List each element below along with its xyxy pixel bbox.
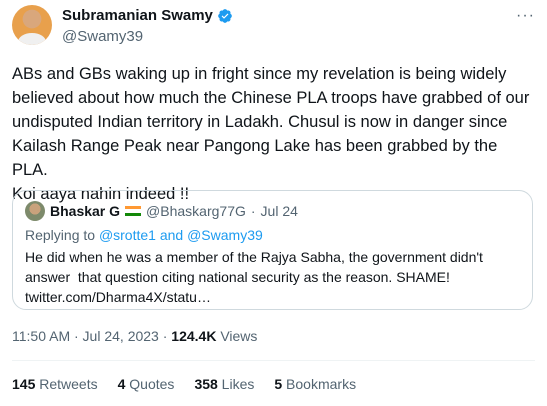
author-name[interactable]: Subramanian Swamy — [62, 7, 213, 24]
author-handle[interactable]: @Swamy39 — [62, 28, 143, 45]
tweet-text: ABs and GBs waking up in fright since my… — [12, 65, 530, 203]
replying-to-handles[interactable]: @srotte1 and @Swamy39 — [99, 227, 263, 243]
quoted-author-handle: @Bhaskarg77G — [146, 203, 246, 219]
more-dots-icon[interactable]: ··· — [516, 7, 535, 25]
verified-badge-icon — [218, 8, 232, 23]
quotes-stat[interactable]: 4 Quotes — [118, 376, 175, 392]
replying-to-prefix: Replying to — [25, 227, 99, 243]
quoted-tweet-header: Bhaskar G @Bhaskarg77G · Jul 24 — [25, 201, 298, 221]
retweets-stat[interactable]: 145 Retweets — [12, 376, 98, 392]
bookmarks-count: 5 — [274, 376, 283, 392]
bookmarks-stat[interactable]: 5 Bookmarks — [274, 376, 356, 392]
retweets-count: 145 — [12, 376, 36, 392]
quoted-separator: · — [250, 203, 256, 219]
views-count: 124.4K — [171, 328, 217, 344]
quoted-date: Jul 24 — [260, 203, 298, 219]
author-name-row: Subramanian Swamy — [62, 7, 233, 24]
tweet-stats: 145 Retweets 4 Quotes 358 Likes 5 Bookma… — [12, 376, 356, 392]
views-label: Views — [216, 328, 258, 344]
time-date[interactable]: 11:50 AM · Jul 24, 2023 · — [12, 328, 171, 344]
india-flag-icon — [125, 205, 142, 217]
likes-count: 358 — [194, 376, 218, 392]
author-avatar[interactable] — [12, 5, 52, 45]
quotes-label: Quotes — [125, 376, 175, 392]
tweet-timestamp: 11:50 AM · Jul 24, 2023 · 124.4K Views — [12, 328, 257, 344]
likes-label: Likes — [217, 376, 255, 392]
bookmarks-label: Bookmarks — [282, 376, 357, 392]
retweets-label: Retweets — [35, 376, 98, 392]
tweet-header: Subramanian Swamy @Swamy39 ··· — [12, 5, 535, 55]
divider — [12, 360, 535, 361]
quoted-author-avatar — [25, 201, 45, 221]
likes-stat[interactable]: 358 Likes — [194, 376, 254, 392]
quoted-tweet-text: He did when he was a member of the Rajya… — [25, 249, 483, 305]
quoted-replying-to: Replying to @srotte1 and @Swamy39 — [25, 227, 263, 243]
quoted-author-name: Bhaskar G — [50, 203, 121, 219]
quoted-tweet[interactable]: Bhaskar G @Bhaskarg77G · Jul 24 Replying… — [12, 190, 533, 310]
